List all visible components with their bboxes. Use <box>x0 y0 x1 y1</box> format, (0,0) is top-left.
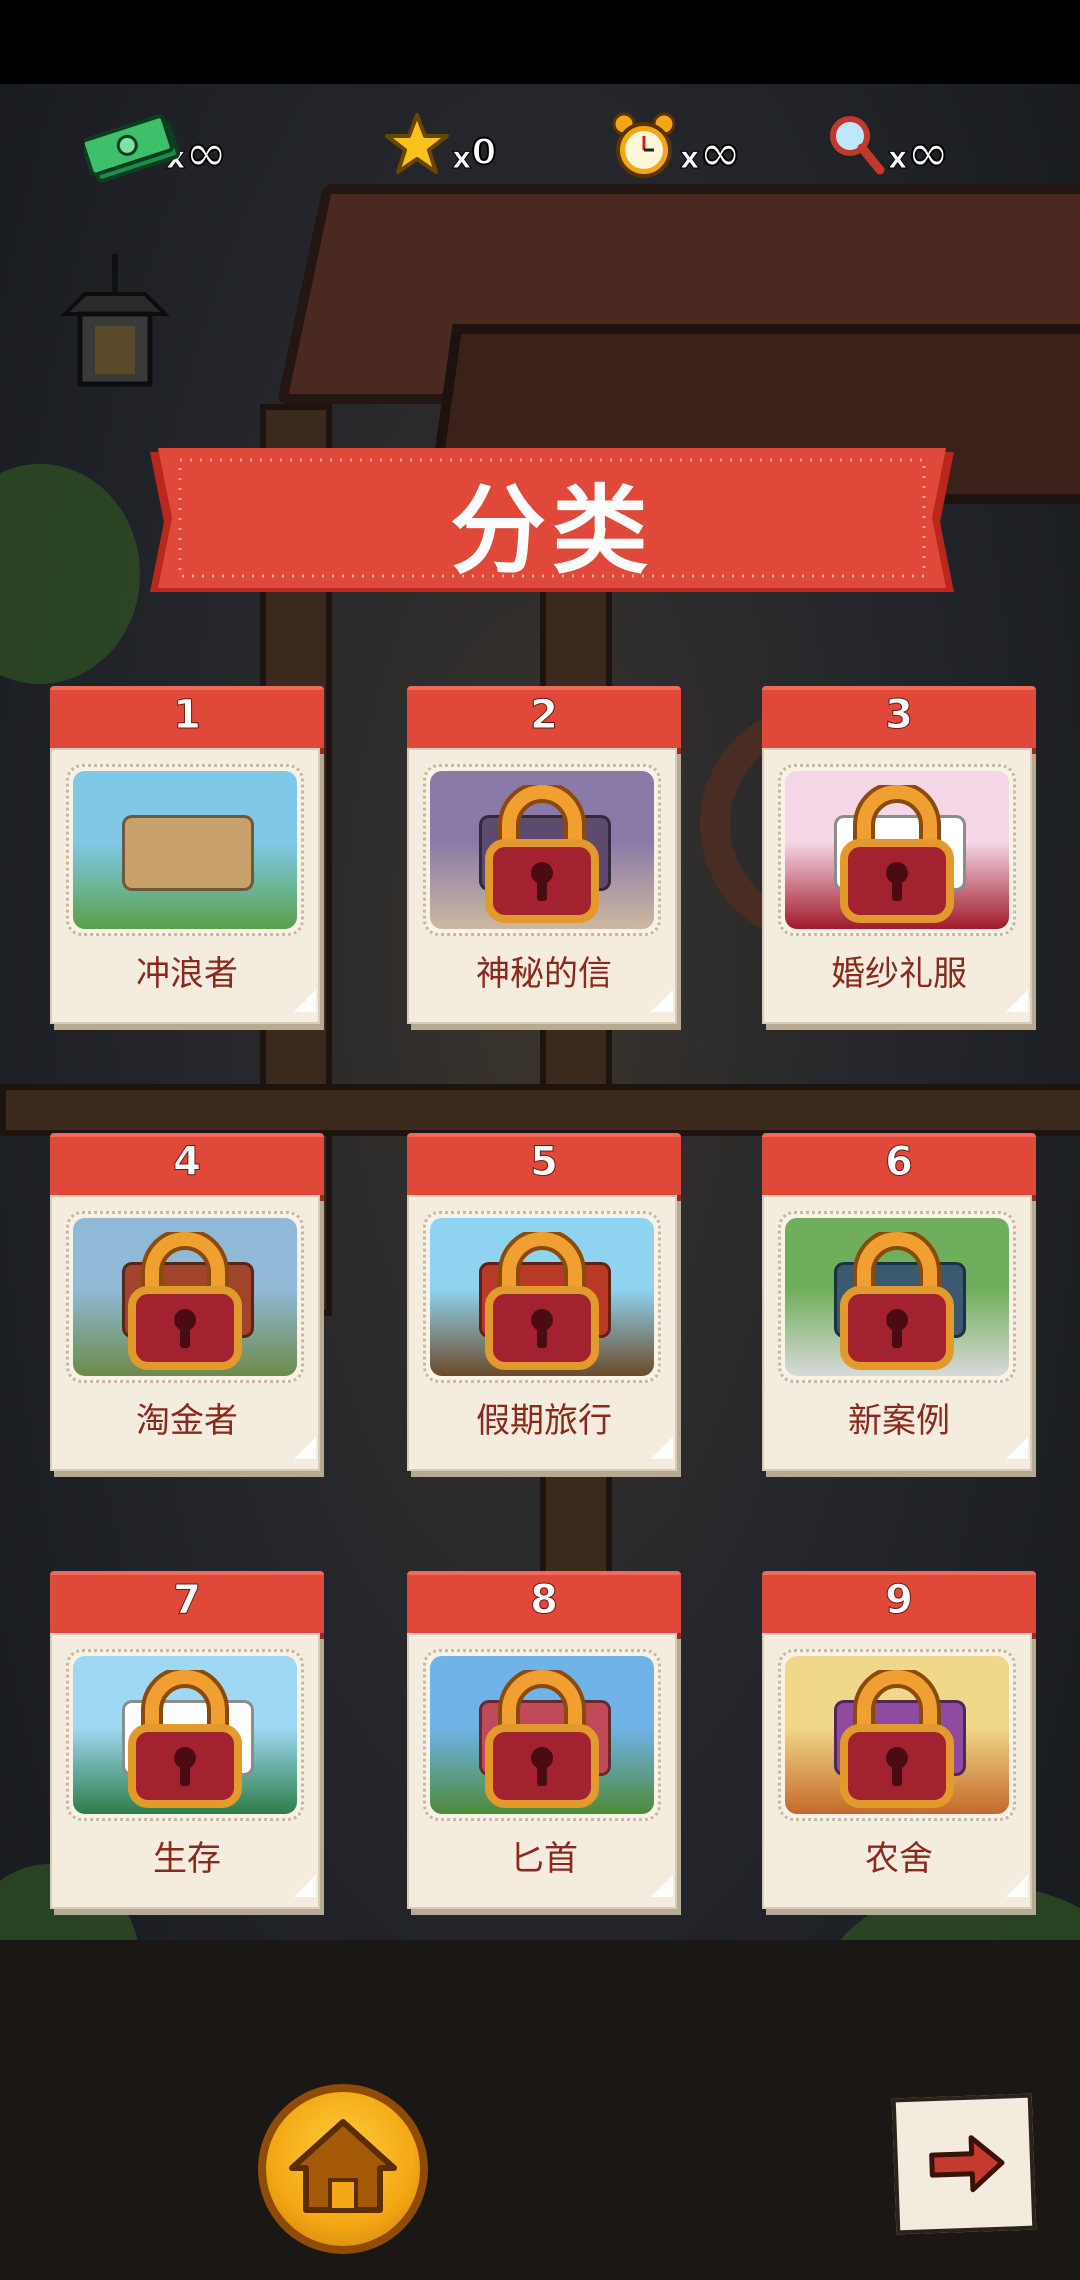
resource-time: x ∞ <box>610 112 742 182</box>
lock-icon <box>481 780 603 929</box>
card-corner <box>651 1437 673 1459</box>
category-thumbnail <box>778 1649 1016 1821</box>
category-thumbnail <box>66 1211 304 1383</box>
card-body: 冲浪者 <box>50 748 320 1024</box>
lock-icon <box>124 1665 246 1814</box>
category-card[interactable]: 6 新案例 <box>762 1133 1036 1483</box>
resource-count: 0 <box>470 131 497 174</box>
category-thumbnail <box>423 764 661 936</box>
cash-icon <box>80 112 181 183</box>
category-label: 冲浪者 <box>136 954 238 994</box>
card-body: 婚纱礼服 <box>762 748 1032 1024</box>
category-number: 8 <box>530 1577 559 1624</box>
card-number-tab: 3 <box>762 686 1036 756</box>
category-label: 匕首 <box>510 1839 578 1879</box>
lock-icon <box>836 1227 958 1376</box>
card-corner <box>651 990 673 1012</box>
category-number: 9 <box>885 1577 914 1624</box>
card-body: 神秘的信 <box>407 748 677 1024</box>
category-thumbnail <box>778 764 1016 936</box>
lock-icon <box>481 1665 603 1814</box>
lock-icon <box>124 1227 246 1376</box>
category-number: 3 <box>885 692 914 739</box>
resource-multiplier: x <box>887 141 908 177</box>
status-bar <box>0 0 1080 84</box>
category-number: 5 <box>530 1139 559 1186</box>
category-thumbnail <box>423 1649 661 1821</box>
category-card[interactable]: 1 冲浪者 <box>50 686 324 1036</box>
card-number-tab: 2 <box>407 686 681 756</box>
category-number: 2 <box>530 692 559 739</box>
lantern-icon <box>60 254 170 387</box>
card-body: 农舍 <box>762 1633 1032 1909</box>
card-body: 假期旅行 <box>407 1195 677 1471</box>
card-number-tab: 4 <box>50 1133 324 1203</box>
card-body: 淘金者 <box>50 1195 320 1471</box>
card-body: 新案例 <box>762 1195 1032 1471</box>
title-banner: 分类 <box>150 448 954 596</box>
resource-cash: x ∞ <box>80 112 228 183</box>
card-number-tab: 8 <box>407 1571 681 1641</box>
home-icon <box>289 2119 397 2213</box>
magnifier-icon <box>826 112 886 182</box>
resource-stars: x 0 <box>384 112 497 182</box>
card-number-tab: 9 <box>762 1571 1036 1641</box>
lock-icon <box>836 780 958 929</box>
card-corner <box>1006 990 1028 1012</box>
card-number-tab: 6 <box>762 1133 1036 1203</box>
category-thumbnail <box>66 1649 304 1821</box>
background-beam <box>0 1084 1080 1136</box>
home-button[interactable] <box>258 2084 428 2254</box>
category-label: 生存 <box>153 1839 221 1879</box>
category-card[interactable]: 2 神秘的信 <box>407 686 681 1036</box>
category-thumbnail <box>778 1211 1016 1383</box>
category-label: 新案例 <box>848 1401 950 1441</box>
category-number: 4 <box>173 1139 202 1186</box>
category-label: 农舍 <box>865 1839 933 1879</box>
category-thumbnail <box>66 764 304 936</box>
card-body: 生存 <box>50 1633 320 1909</box>
card-corner <box>294 1437 316 1459</box>
resource-multiplier: x <box>679 141 700 177</box>
category-number: 1 <box>173 692 202 739</box>
card-body: 匕首 <box>407 1633 677 1909</box>
next-page-button[interactable] <box>891 2093 1037 2235</box>
card-corner <box>294 990 316 1012</box>
category-thumbnail <box>423 1211 661 1383</box>
resource-count: ∞ <box>698 124 742 182</box>
category-label: 婚纱礼服 <box>831 954 967 994</box>
background-bush <box>0 464 140 684</box>
category-card[interactable]: 9 农舍 <box>762 1571 1036 1921</box>
category-label: 假期旅行 <box>476 1401 612 1441</box>
resource-count: ∞ <box>184 124 228 182</box>
card-corner <box>294 1875 316 1897</box>
resource-count: ∞ <box>906 124 950 182</box>
category-card[interactable]: 8 匕首 <box>407 1571 681 1921</box>
card-number-tab: 5 <box>407 1133 681 1203</box>
resource-hints: x ∞ <box>826 112 950 182</box>
card-corner <box>1006 1875 1028 1897</box>
alarm-clock-icon <box>610 112 678 182</box>
star-icon <box>384 112 450 182</box>
category-label: 神秘的信 <box>476 954 612 994</box>
arrow-right-icon <box>929 2135 1005 2193</box>
card-corner <box>1006 1437 1028 1459</box>
card-number-tab: 1 <box>50 686 324 756</box>
category-card[interactable]: 4 淘金者 <box>50 1133 324 1483</box>
page-title: 分类 <box>450 474 654 587</box>
category-label: 淘金者 <box>136 1401 238 1441</box>
card-corner <box>651 1875 673 1897</box>
lock-icon <box>836 1665 958 1814</box>
category-number: 6 <box>885 1139 914 1186</box>
resource-multiplier: x <box>451 141 472 177</box>
category-card[interactable]: 3 婚纱礼服 <box>762 686 1036 1036</box>
category-card[interactable]: 7 生存 <box>50 1571 324 1921</box>
card-number-tab: 7 <box>50 1571 324 1641</box>
category-number: 7 <box>173 1577 202 1624</box>
category-card[interactable]: 5 假期旅行 <box>407 1133 681 1483</box>
lock-icon <box>481 1227 603 1376</box>
